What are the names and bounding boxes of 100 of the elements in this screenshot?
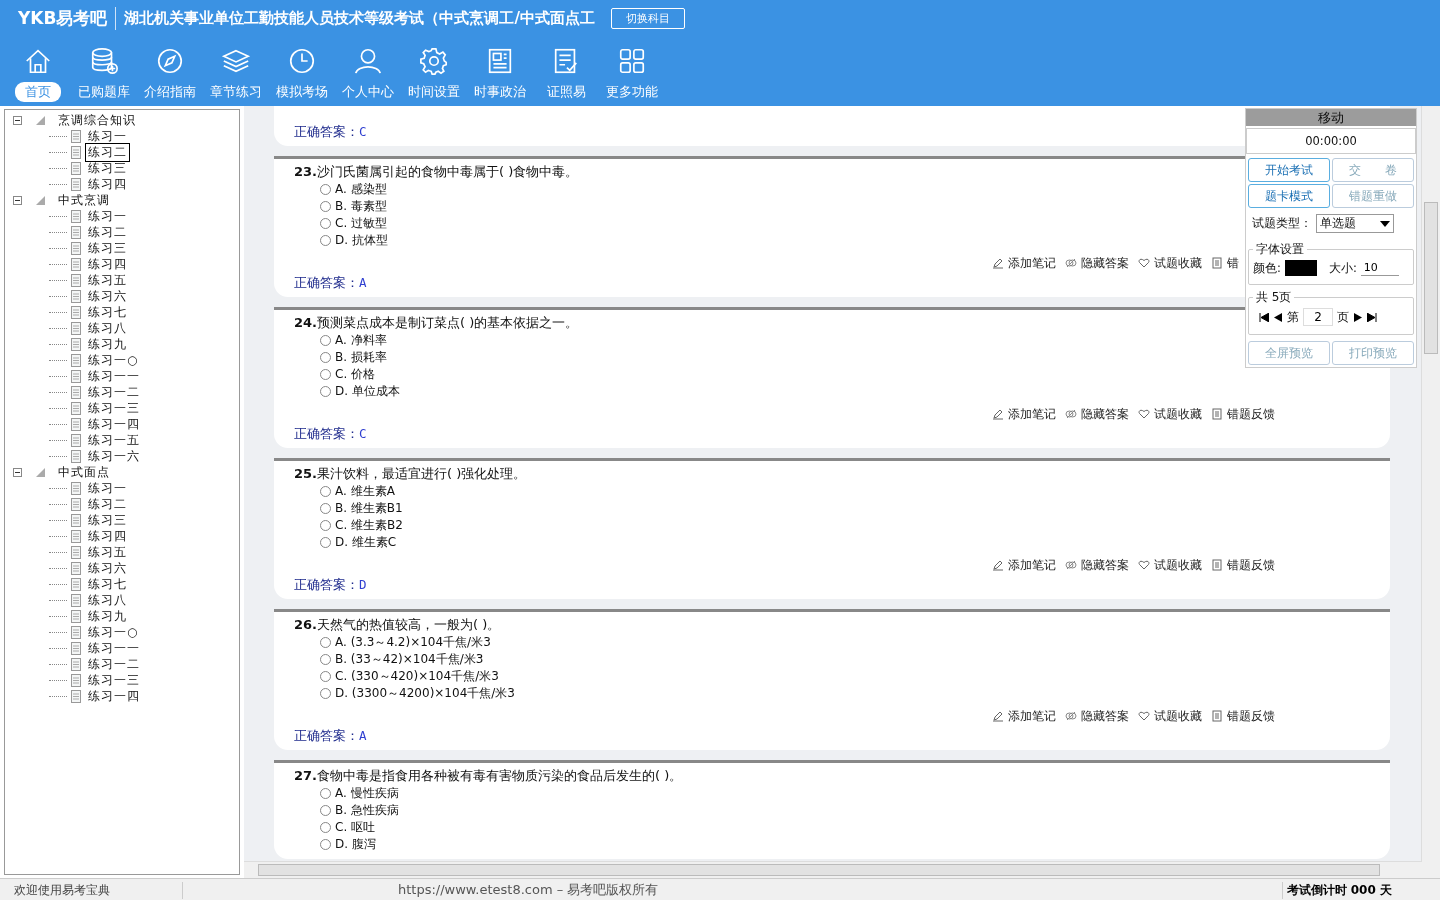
file-icon: [71, 401, 81, 415]
nav-tab[interactable]: 首页: [15, 82, 61, 102]
radio-button[interactable]: [320, 654, 331, 665]
option-text: A. 维生素A: [335, 483, 395, 500]
radio-button[interactable]: [320, 822, 331, 833]
radio-button[interactable]: [320, 688, 331, 699]
file-icon: [71, 593, 81, 607]
file-icon: [71, 417, 81, 431]
correct-answer: 正确答案：A: [294, 275, 367, 291]
question-action[interactable]: 添加笔记: [992, 255, 1056, 271]
option-text: C. 维生素B2: [335, 517, 403, 534]
question-action[interactable]: 添加笔记: [992, 557, 1056, 573]
size-label: 大小:: [1328, 260, 1357, 276]
file-icon: [71, 449, 81, 463]
option-text: D. 维生素C: [335, 534, 397, 551]
radio-button[interactable]: [320, 520, 331, 531]
radio-button[interactable]: [320, 352, 331, 363]
next-page-icon[interactable]: [1353, 312, 1363, 322]
question-action[interactable]: 添加笔记: [992, 406, 1056, 422]
color-swatch[interactable]: [1284, 260, 1317, 276]
page-suffix: 页: [1337, 309, 1349, 325]
option-text: B. (33～42)×104千焦/米3: [335, 651, 484, 668]
panel-button[interactable]: 开始考试: [1248, 158, 1330, 182]
clock-icon[interactable]: [287, 46, 317, 76]
panel-button[interactable]: 题卡模式: [1248, 184, 1330, 208]
question-action[interactable]: 试题收藏: [1138, 708, 1202, 724]
file-icon: [71, 129, 81, 143]
radio-button[interactable]: [320, 839, 331, 850]
radio-button[interactable]: [320, 671, 331, 682]
pencil-icon: [992, 408, 1004, 420]
question-action[interactable]: 试题收藏: [1138, 255, 1202, 271]
first-page-icon[interactable]: [1259, 312, 1269, 322]
size-field[interactable]: 10: [1360, 260, 1399, 276]
radio-button[interactable]: [320, 637, 331, 648]
question-action[interactable]: 错题反馈: [1211, 557, 1275, 573]
collapse-toggle[interactable]: [13, 467, 22, 477]
eye-off-icon: [1065, 559, 1077, 571]
file-icon: [71, 497, 81, 511]
collapse-toggle[interactable]: [13, 115, 22, 125]
question-action[interactable]: 试题收藏: [1138, 406, 1202, 422]
feedback-icon: [1211, 710, 1223, 722]
option-text: A. 慢性疾病: [335, 785, 399, 802]
compass-icon[interactable]: [155, 46, 185, 76]
gear-icon[interactable]: [419, 46, 449, 76]
app-title: 湖北机关事业单位工勤技能人员技术等级考试（中式烹调工/中式面点工: [124, 8, 595, 28]
file-icon: [71, 625, 81, 639]
option-text: A. 净料率: [335, 332, 387, 349]
collapse-toggle[interactable]: [13, 195, 22, 205]
radio-button[interactable]: [320, 788, 331, 799]
type-dropdown[interactable]: 单选题: [1316, 214, 1394, 233]
file-icon: [71, 433, 81, 447]
radio-button[interactable]: [320, 201, 331, 212]
radio-button[interactable]: [320, 369, 331, 380]
question-action[interactable]: 隐藏答案: [1065, 255, 1129, 271]
file-icon: [71, 545, 81, 559]
option-text: A. 感染型: [335, 181, 387, 198]
user-icon[interactable]: [353, 46, 383, 76]
grid-icon[interactable]: [617, 46, 647, 76]
last-page-icon[interactable]: [1367, 312, 1377, 322]
file-icon: [71, 305, 81, 319]
radio-button[interactable]: [320, 184, 331, 195]
page-field[interactable]: 2: [1303, 308, 1333, 326]
caret-icon[interactable]: [1380, 220, 1390, 227]
feedback-icon: [1211, 408, 1223, 420]
question-action[interactable]: 错题反馈: [1211, 708, 1275, 724]
radio-button[interactable]: [320, 503, 331, 514]
option-text: C. (330～420)×104千焦/米3: [335, 668, 499, 685]
question-action[interactable]: 错: [1211, 255, 1239, 271]
previous-page-icon[interactable]: [1273, 312, 1283, 322]
timer: 00:00:00: [1246, 128, 1416, 154]
eye-off-icon: [1065, 408, 1077, 420]
database-icon[interactable]: [89, 46, 119, 76]
file-icon: [71, 145, 81, 159]
radio-button[interactable]: [320, 486, 331, 497]
correct-answer: 正确答案：C: [294, 426, 367, 442]
file-icon: [71, 673, 81, 687]
question-text: 25.果汁饮料，最适宜进行( )强化处理。: [294, 465, 527, 483]
heart-icon: [1138, 559, 1150, 571]
option-text: C. 呕吐: [335, 819, 375, 836]
radio-button[interactable]: [320, 218, 331, 229]
panel-title[interactable]: 移动: [1246, 109, 1416, 126]
horizontal-scrollbar[interactable]: [244, 861, 1422, 878]
file-icon: [71, 657, 81, 671]
question-action[interactable]: 隐藏答案: [1065, 557, 1129, 573]
question-action[interactable]: 隐藏答案: [1065, 708, 1129, 724]
option-text: B. 维生素B1: [335, 500, 403, 517]
tree-item[interactable]: 练习二: [85, 142, 130, 162]
question-text: 23.沙门氏菌属引起的食物中毒属于( )食物中毒。: [294, 163, 579, 181]
radio-button[interactable]: [320, 805, 331, 816]
radio-button[interactable]: [320, 235, 331, 246]
radio-button[interactable]: [320, 386, 331, 397]
question-action[interactable]: 试题收藏: [1138, 557, 1202, 573]
radio-button[interactable]: [320, 335, 331, 346]
feedback-icon: [1211, 559, 1223, 571]
question-action[interactable]: 隐藏答案: [1065, 406, 1129, 422]
question-action[interactable]: 错题反馈: [1211, 406, 1275, 422]
file-icon: [71, 689, 81, 703]
question-action[interactable]: 添加笔记: [992, 708, 1056, 724]
option-text: D. 腹泻: [335, 836, 376, 853]
radio-button[interactable]: [320, 537, 331, 548]
